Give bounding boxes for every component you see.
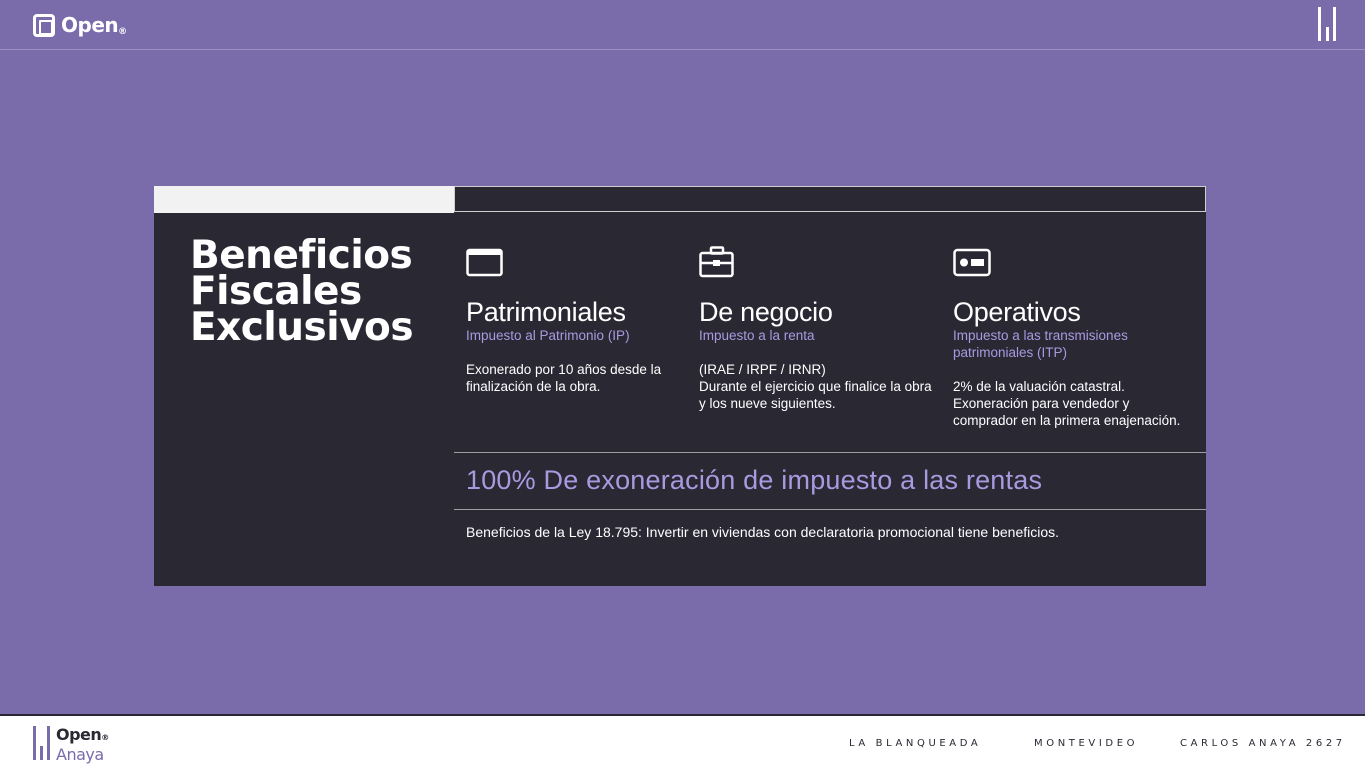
- logo-text: Open: [61, 13, 119, 37]
- top-header: Open®: [0, 0, 1365, 50]
- exoneration-headline: 100% De exoneración de impuesto a las re…: [466, 465, 1043, 495]
- footer: Open® Anaya LA BLANQUEADA MONTEVIDEO CAR…: [0, 714, 1365, 768]
- benefit-subtitle: Impuesto al Patrimonio (IP): [466, 328, 630, 343]
- benefit-title: De negocio: [699, 297, 833, 327]
- benefit-column-negocio: De negocio Impuesto a la renta (IRAE / I…: [699, 246, 939, 412]
- footer-neighborhood: LA BLANQUEADA: [849, 738, 982, 749]
- id-card-icon: [953, 248, 991, 277]
- footer-logo-line2: Anaya: [56, 745, 104, 764]
- benefit-subtitle: Impuesto a las transmisiones patrimonial…: [953, 328, 1128, 360]
- open-logo[interactable]: Open®: [33, 13, 127, 37]
- section-title: Beneficios Fiscales Exclusivos: [190, 233, 414, 350]
- footer-city: MONTEVIDEO: [1034, 738, 1139, 749]
- benefit-column-operativos: Operativos Impuesto a las transmisiones …: [953, 246, 1193, 429]
- footer-address: CARLOS ANAYA 2627: [1180, 738, 1346, 749]
- card-tab-dark[interactable]: [454, 186, 1206, 212]
- logo-registered-mark: ®: [118, 27, 127, 37]
- law-benefits-text: Beneficios de la Ley 18.795: Invertir en…: [466, 524, 1060, 540]
- open-logo-icon: [33, 13, 55, 37]
- card-tab-strip: [154, 186, 1206, 213]
- footer-logo-line1: Open: [56, 725, 102, 744]
- benefit-description: Exonerado por 10 años desde la finalizac…: [466, 362, 662, 394]
- benefit-title: Operativos: [953, 297, 1081, 327]
- tax-benefits-card: Beneficios Fiscales Exclusivos Patrimoni…: [154, 186, 1206, 586]
- divider: [454, 509, 1206, 510]
- benefit-description: 2% de la valuación catastral. Exoneració…: [953, 379, 1181, 428]
- benefit-column-patrimoniales: Patrimoniales Impuesto al Patrimonio (IP…: [466, 246, 706, 395]
- browser-window-icon: [466, 248, 503, 277]
- menu-bars-icon[interactable]: [1317, 7, 1337, 41]
- benefit-subtitle: Impuesto a la renta: [699, 328, 815, 343]
- benefit-title: Patrimoniales: [466, 297, 626, 327]
- card-tab-light[interactable]: [154, 186, 454, 213]
- briefcase-icon: [699, 246, 734, 278]
- open-anaya-logo[interactable]: Open® Anaya: [33, 725, 109, 764]
- divider: [454, 452, 1206, 453]
- open-anaya-logo-icon: [33, 726, 51, 760]
- benefit-description: (IRAE / IRPF / IRNR) Durante el ejercici…: [699, 362, 932, 411]
- footer-logo-registered: ®: [101, 733, 109, 742]
